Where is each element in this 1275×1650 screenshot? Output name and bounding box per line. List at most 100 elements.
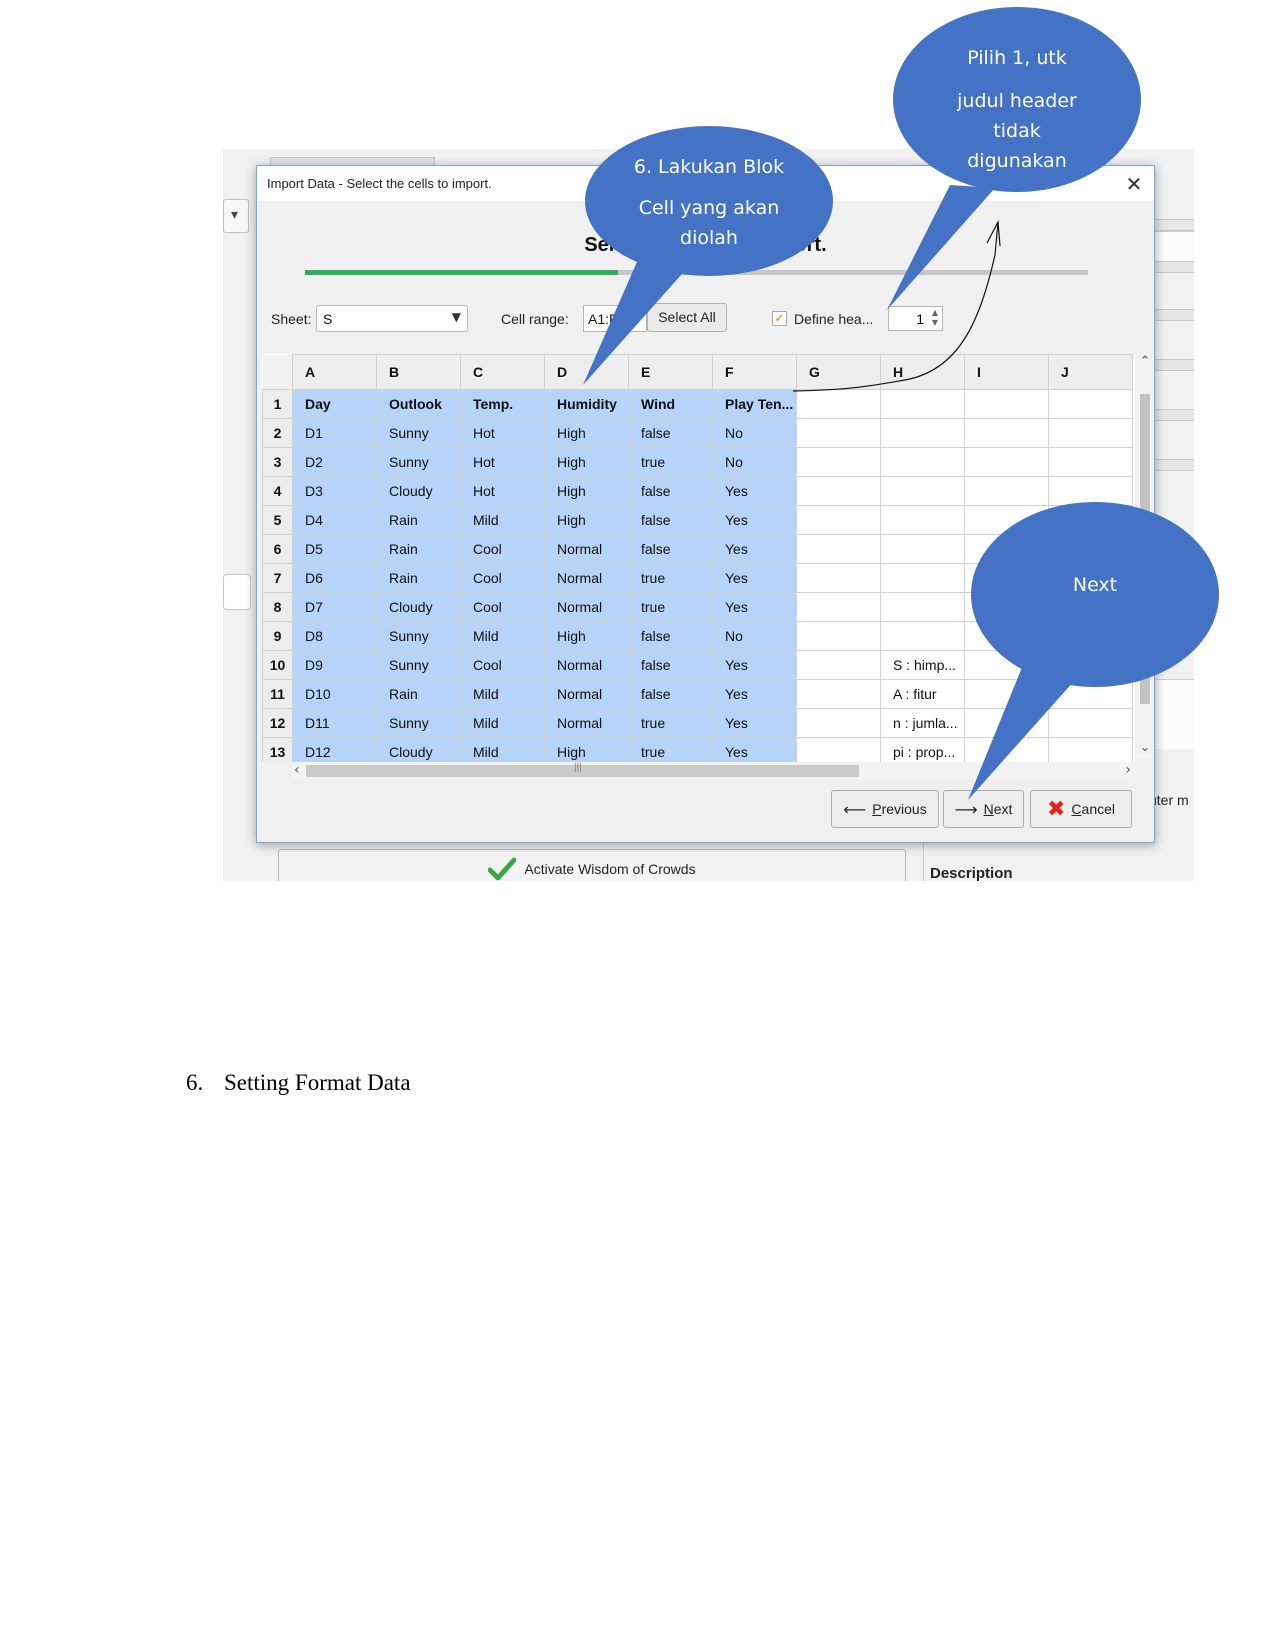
grid-cell[interactable]: true xyxy=(628,708,713,738)
grid-cell[interactable]: true xyxy=(628,447,713,477)
grid-cell[interactable]: Rain xyxy=(376,505,461,535)
sheet-dropdown[interactable]: S ▼ xyxy=(316,305,468,332)
grid-cell[interactable]: Hot xyxy=(460,447,545,477)
grid-cell[interactable] xyxy=(1048,737,1133,762)
grid-cell[interactable]: n : jumla... xyxy=(880,708,965,738)
grid-cell[interactable]: D9 xyxy=(292,650,377,680)
activate-wisdom-button[interactable]: Activate Wisdom of Crowds xyxy=(278,849,906,881)
grid-cell[interactable]: Hot xyxy=(460,476,545,506)
grid-cell[interactable]: High xyxy=(544,447,629,477)
grid-cell[interactable]: Yes xyxy=(712,737,797,762)
grid-cell[interactable]: Outlook xyxy=(376,389,461,419)
grid-cell[interactable] xyxy=(964,389,1049,419)
grid-cell[interactable]: Normal xyxy=(544,534,629,564)
grid-cell[interactable]: No xyxy=(712,418,797,448)
grid-cell[interactable]: false xyxy=(628,476,713,506)
cancel-button[interactable]: ✖ Cancel xyxy=(1030,790,1132,828)
grid-cell[interactable] xyxy=(796,708,881,738)
grid-cell[interactable]: D5 xyxy=(292,534,377,564)
grid-cell[interactable] xyxy=(796,592,881,622)
row-number[interactable]: 13 xyxy=(262,737,293,762)
close-button[interactable]: ✕ xyxy=(1114,166,1154,201)
grid-cell[interactable]: D2 xyxy=(292,447,377,477)
grid-cell[interactable]: A : fitur xyxy=(880,679,965,709)
grid-cell[interactable]: Mild xyxy=(460,621,545,651)
grid-cell[interactable] xyxy=(796,534,881,564)
cell-range-input[interactable]: A1:F1 xyxy=(583,305,647,332)
grid-cell[interactable] xyxy=(880,418,965,448)
grid-cell[interactable]: Cloudy xyxy=(376,592,461,622)
column-header-i[interactable]: I xyxy=(964,354,1049,390)
grid-cell[interactable]: D3 xyxy=(292,476,377,506)
grid-cell[interactable]: false xyxy=(628,418,713,448)
grid-cell[interactable] xyxy=(964,418,1049,448)
column-header-g[interactable]: G xyxy=(796,354,881,390)
grid-cell[interactable]: S : himp... xyxy=(880,650,965,680)
grid-cell[interactable] xyxy=(796,505,881,535)
column-header-d[interactable]: D xyxy=(544,354,629,390)
row-number[interactable]: 6 xyxy=(262,534,293,564)
grid-cell[interactable]: Mild xyxy=(460,679,545,709)
grid-cell[interactable]: Mild xyxy=(460,737,545,762)
row-number[interactable]: 11 xyxy=(262,679,293,709)
header-rows-spinner[interactable]: 1 ▲ ▼ xyxy=(888,306,943,331)
grid-cell[interactable]: Normal xyxy=(544,679,629,709)
grid-cell[interactable] xyxy=(880,563,965,593)
grid-cell[interactable]: false xyxy=(628,650,713,680)
grid-cell[interactable] xyxy=(964,679,1049,709)
grid-cell[interactable]: Sunny xyxy=(376,418,461,448)
grid-cell[interactable]: Normal xyxy=(544,592,629,622)
grid-cell[interactable]: Yes xyxy=(712,650,797,680)
grid-cell[interactable]: D7 xyxy=(292,592,377,622)
grid-cell[interactable]: Temp. xyxy=(460,389,545,419)
horizontal-scroll-thumb[interactable] xyxy=(306,762,859,777)
grid-cell[interactable]: Normal xyxy=(544,708,629,738)
grid-cell[interactable] xyxy=(796,389,881,419)
define-header-checkbox[interactable]: ✓ xyxy=(772,311,787,326)
row-number[interactable]: 2 xyxy=(262,418,293,448)
grid-cell[interactable] xyxy=(880,592,965,622)
row-number[interactable]: 5 xyxy=(262,505,293,535)
grid-cell[interactable]: Mild xyxy=(460,708,545,738)
column-header-a[interactable]: A xyxy=(292,354,377,390)
row-number[interactable]: 12 xyxy=(262,708,293,738)
grid-cell[interactable]: D10 xyxy=(292,679,377,709)
column-header-j[interactable]: J xyxy=(1048,354,1133,390)
grid-cell[interactable]: Wind xyxy=(628,389,713,419)
grid-cell[interactable]: D6 xyxy=(292,563,377,593)
column-header-h[interactable]: H xyxy=(880,354,965,390)
background-input[interactable] xyxy=(223,574,251,610)
scroll-down-icon[interactable]: ⌄ xyxy=(1135,740,1154,755)
grid-cell[interactable] xyxy=(964,708,1049,738)
spinner-arrows-icon[interactable]: ▲ ▼ xyxy=(932,308,938,328)
row-number[interactable]: 9 xyxy=(262,621,293,651)
row-number[interactable]: 8 xyxy=(262,592,293,622)
grid-cell[interactable] xyxy=(1048,389,1133,419)
row-number[interactable]: 1 xyxy=(262,389,293,419)
grid-cell[interactable]: No xyxy=(712,447,797,477)
grid-cell[interactable] xyxy=(880,447,965,477)
grid-cell[interactable]: Sunny xyxy=(376,447,461,477)
grid-cell[interactable]: Sunny xyxy=(376,650,461,680)
grid-cell[interactable]: Hot xyxy=(460,418,545,448)
column-header-c[interactable]: C xyxy=(460,354,545,390)
grid-cell[interactable]: Sunny xyxy=(376,621,461,651)
grid-cell[interactable] xyxy=(796,418,881,448)
grid-cell[interactable] xyxy=(796,476,881,506)
grid-cell[interactable]: Rain xyxy=(376,534,461,564)
row-number[interactable]: 4 xyxy=(262,476,293,506)
grid-cell[interactable] xyxy=(796,679,881,709)
row-number[interactable]: 7 xyxy=(262,563,293,593)
grid-cell[interactable]: D4 xyxy=(292,505,377,535)
grid-cell[interactable]: Play Ten... xyxy=(712,389,797,419)
next-button[interactable]: ⟶ Next xyxy=(943,790,1024,828)
grid-cell[interactable] xyxy=(796,447,881,477)
grid-cell[interactable]: Mild xyxy=(460,505,545,535)
row-number[interactable]: 10 xyxy=(262,650,293,680)
grid-cell[interactable]: false xyxy=(628,621,713,651)
grid-cell[interactable]: Cloudy xyxy=(376,737,461,762)
grid-cell[interactable]: Yes xyxy=(712,563,797,593)
grid-cell[interactable]: Cloudy xyxy=(376,476,461,506)
grid-cell[interactable]: High xyxy=(544,476,629,506)
grid-cell[interactable]: false xyxy=(628,679,713,709)
